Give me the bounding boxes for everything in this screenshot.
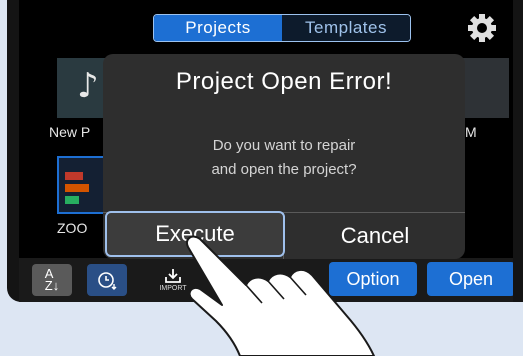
pointing-hand-icon bbox=[186, 235, 375, 356]
thumb-track bbox=[65, 196, 79, 204]
dialog-title: Project Open Error! bbox=[175, 68, 393, 95]
thumb-track bbox=[65, 184, 89, 192]
sort-az-icon: A Z↓ bbox=[44, 266, 60, 293]
music-note-icon: ♪ bbox=[77, 66, 99, 106]
sort-az-button[interactable]: A Z↓ bbox=[32, 264, 72, 296]
project-label-new: New P bbox=[49, 124, 91, 140]
dialog-message-line: and open the project? bbox=[211, 161, 357, 178]
tab-templates[interactable]: Templates bbox=[282, 15, 410, 41]
clock-sort-icon bbox=[98, 272, 117, 290]
view-toggle: Projects Templates bbox=[153, 14, 411, 42]
open-button[interactable]: Open bbox=[427, 262, 515, 296]
tab-projects[interactable]: Projects bbox=[154, 15, 282, 41]
device-bezel bbox=[513, 0, 523, 302]
sort-date-button[interactable] bbox=[87, 264, 127, 296]
project-label-zoo: ZOO bbox=[57, 220, 88, 236]
project-label-m: M bbox=[465, 124, 477, 140]
dialog-message: Do you want to repair and open the proje… bbox=[103, 134, 465, 182]
gear-icon[interactable] bbox=[466, 12, 498, 44]
dialog-message-line: Do you want to repair bbox=[212, 137, 356, 154]
thumb-track bbox=[65, 172, 83, 180]
